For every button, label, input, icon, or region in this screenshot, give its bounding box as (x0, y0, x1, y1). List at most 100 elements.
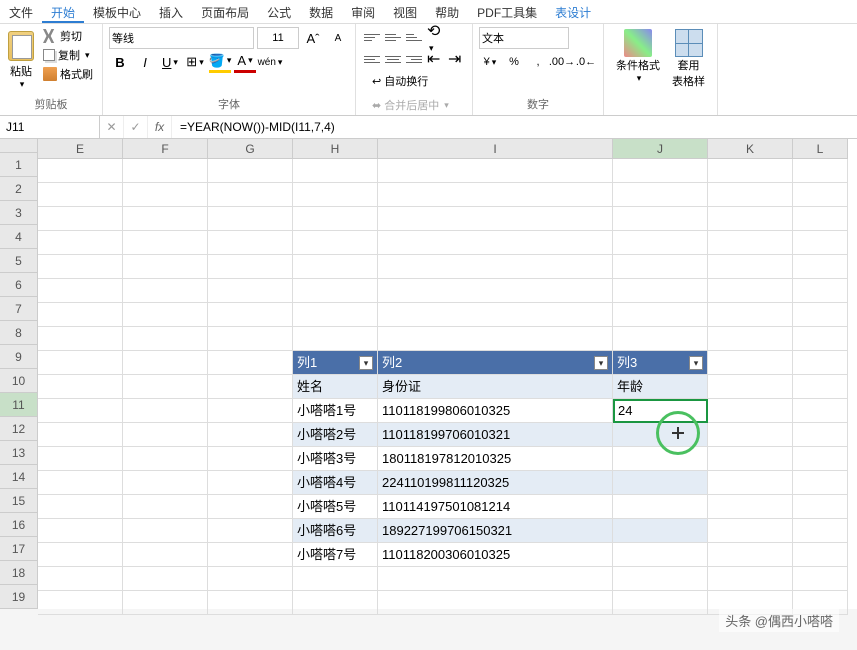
bold-button[interactable]: B (109, 51, 131, 73)
cell-H14[interactable]: 小嗒嗒4号 (293, 471, 378, 495)
cell-F1[interactable] (123, 159, 208, 183)
cell-K1[interactable] (708, 159, 793, 183)
cell-F10[interactable] (123, 375, 208, 399)
cell-H9[interactable]: 列1▾ (293, 351, 378, 375)
percent-button[interactable]: % (503, 51, 525, 73)
cell-F14[interactable] (123, 471, 208, 495)
cell-E1[interactable] (38, 159, 123, 183)
cell-E8[interactable] (38, 327, 123, 351)
row-header-3[interactable]: 3 (0, 201, 38, 225)
cell-F8[interactable] (123, 327, 208, 351)
cell-H11[interactable]: 小嗒嗒1号 (293, 399, 378, 423)
cell-E11[interactable] (38, 399, 123, 423)
cell-G19[interactable] (208, 591, 293, 615)
align-top-button[interactable] (362, 27, 382, 47)
cell-K6[interactable] (708, 279, 793, 303)
cell-G3[interactable] (208, 207, 293, 231)
align-right-button[interactable] (404, 49, 424, 69)
cell-F19[interactable] (123, 591, 208, 615)
cell-F2[interactable] (123, 183, 208, 207)
cell-H10[interactable]: 姓名 (293, 375, 378, 399)
col-header-I[interactable]: I (378, 139, 613, 159)
cell-H19[interactable] (293, 591, 378, 615)
cell-G17[interactable] (208, 543, 293, 567)
cell-E10[interactable] (38, 375, 123, 399)
row-header-1[interactable]: 1 (0, 153, 38, 177)
cell-I8[interactable] (378, 327, 613, 351)
cell-K13[interactable] (708, 447, 793, 471)
grow-font-button[interactable]: Aˆ (302, 27, 324, 49)
conditional-format-button[interactable]: 条件格式▾ (610, 27, 666, 112)
cell-H12[interactable]: 小嗒嗒2号 (293, 423, 378, 447)
cell-H13[interactable]: 小嗒嗒3号 (293, 447, 378, 471)
cell-J1[interactable] (613, 159, 708, 183)
cell-F5[interactable] (123, 255, 208, 279)
cell-H1[interactable] (293, 159, 378, 183)
cell-L12[interactable] (793, 423, 848, 447)
cell-J15[interactable] (613, 495, 708, 519)
cell-I16[interactable]: 189227199706150321 (378, 519, 613, 543)
row-header-11[interactable]: 11 (0, 393, 38, 417)
cell-J18[interactable] (613, 567, 708, 591)
align-middle-button[interactable] (383, 27, 403, 47)
decrease-indent-button[interactable]: ⇤ (425, 49, 445, 69)
cell-E18[interactable] (38, 567, 123, 591)
format-as-table-button[interactable]: 套用 表格样 (666, 27, 711, 112)
cell-I9[interactable]: 列2▾ (378, 351, 613, 375)
cell-I11[interactable]: 110118199806010325 (378, 399, 613, 423)
row-header-15[interactable]: 15 (0, 489, 38, 513)
cell-J4[interactable] (613, 231, 708, 255)
cell-L11[interactable] (793, 399, 848, 423)
col-header-F[interactable]: F (123, 139, 208, 159)
cell-I4[interactable] (378, 231, 613, 255)
cell-G9[interactable] (208, 351, 293, 375)
italic-button[interactable]: I (134, 51, 156, 73)
cell-L2[interactable] (793, 183, 848, 207)
col-header-L[interactable]: L (793, 139, 848, 159)
cell-H4[interactable] (293, 231, 378, 255)
cell-G8[interactable] (208, 327, 293, 351)
cell-K7[interactable] (708, 303, 793, 327)
cell-F18[interactable] (123, 567, 208, 591)
cell-E16[interactable] (38, 519, 123, 543)
cell-I13[interactable]: 180118197812010325 (378, 447, 613, 471)
cut-button[interactable]: 剪切 (40, 27, 96, 45)
row-header-12[interactable]: 12 (0, 417, 38, 441)
cell-F12[interactable] (123, 423, 208, 447)
row-header-5[interactable]: 5 (0, 249, 38, 273)
currency-button[interactable]: ¥▾ (479, 51, 501, 73)
comma-button[interactable]: , (527, 51, 549, 73)
cell-E5[interactable] (38, 255, 123, 279)
cell-I6[interactable] (378, 279, 613, 303)
cell-K8[interactable] (708, 327, 793, 351)
cell-K18[interactable] (708, 567, 793, 591)
cell-K2[interactable] (708, 183, 793, 207)
cell-H18[interactable] (293, 567, 378, 591)
font-name-select[interactable] (109, 27, 254, 49)
row-header-18[interactable]: 18 (0, 561, 38, 585)
cell-I18[interactable] (378, 567, 613, 591)
cell-I19[interactable] (378, 591, 613, 615)
row-header-9[interactable]: 9 (0, 345, 38, 369)
menu-view[interactable]: 视图 (384, 0, 426, 23)
cell-G4[interactable] (208, 231, 293, 255)
cell-I15[interactable]: 110114197501081214 (378, 495, 613, 519)
cell-F7[interactable] (123, 303, 208, 327)
cell-H3[interactable] (293, 207, 378, 231)
cell-I10[interactable]: 身份证 (378, 375, 613, 399)
cell-E14[interactable] (38, 471, 123, 495)
cell-J9[interactable]: 列3▾ (613, 351, 708, 375)
cell-I1[interactable] (378, 159, 613, 183)
confirm-formula-button[interactable]: ✓ (124, 116, 148, 138)
shrink-font-button[interactable]: A (327, 27, 349, 49)
cell-H2[interactable] (293, 183, 378, 207)
cell-J19[interactable] (613, 591, 708, 615)
cell-K4[interactable] (708, 231, 793, 255)
align-bottom-button[interactable] (404, 27, 424, 47)
cell-F13[interactable] (123, 447, 208, 471)
orientation-button[interactable]: ⟲▾ (425, 27, 445, 47)
border-button[interactable]: ⊞▾ (184, 51, 206, 73)
cell-L7[interactable] (793, 303, 848, 327)
cell-F6[interactable] (123, 279, 208, 303)
menu-home[interactable]: 开始 (42, 0, 84, 23)
